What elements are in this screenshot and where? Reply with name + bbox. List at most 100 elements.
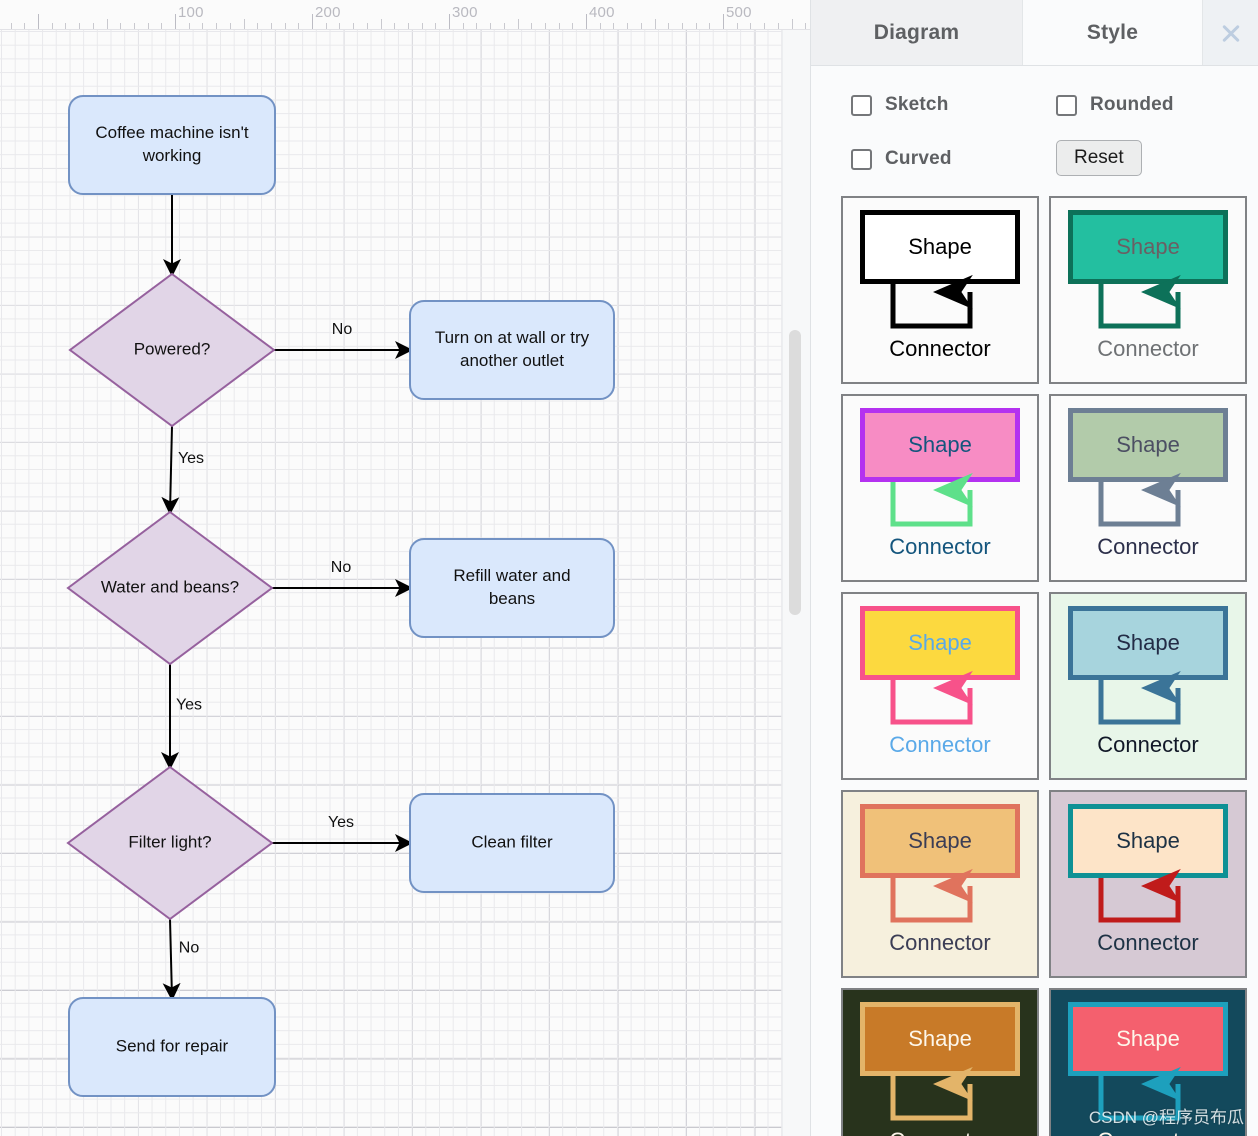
swatch-connector-label: Connector — [889, 930, 991, 955]
style-swatch-preview: Shape Connector — [843, 396, 1037, 580]
flowchart: Coffee machine isn't working Powered? Water… — [0, 0, 810, 1136]
style-swatch[interactable]: Shape Connector — [841, 592, 1039, 780]
checkbox-rounded-label: Rounded — [1090, 94, 1174, 116]
flow-edge-label: Yes — [328, 814, 354, 831]
swatch-connector-label: Connector — [889, 732, 991, 757]
flow-edge-label: Yes — [178, 450, 204, 467]
ruler-label: 500 — [726, 4, 752, 21]
swatch-connector-label: Connector — [1097, 732, 1199, 757]
flow-node-label: Refill water and — [453, 566, 570, 585]
style-swatch[interactable]: Shape Connector — [841, 988, 1039, 1136]
flow-nodes: Coffee machine isn't working Powered? Water… — [68, 96, 614, 1096]
checkbox-curved[interactable]: Curved — [851, 148, 952, 170]
style-options: Sketch Rounded Curved Reset — [811, 66, 1258, 184]
style-swatch-preview: Shape Connector — [1051, 990, 1245, 1136]
tab-diagram[interactable]: Diagram — [811, 0, 1023, 65]
style-swatch-grid: Shape Connector Shape Connector Shape Connect… — [811, 196, 1258, 1136]
ruler-tick — [312, 14, 313, 30]
style-swatch-preview: Shape Connector — [843, 792, 1037, 976]
ruler-label: 400 — [589, 4, 615, 21]
style-swatch[interactable]: Shape Connector — [841, 394, 1039, 582]
scrollbar-thumb[interactable] — [789, 330, 801, 615]
style-swatch-preview: Shape Connector — [843, 990, 1037, 1136]
checkbox-sketch[interactable]: Sketch — [851, 94, 949, 116]
checkbox-sketch-label: Sketch — [885, 94, 949, 116]
swatch-shape-label: Shape — [1116, 630, 1180, 655]
style-swatch[interactable]: Shape Connector — [841, 790, 1039, 978]
ruler-tick — [449, 14, 450, 30]
flow-node-label: Turn on at wall or try — [435, 328, 590, 347]
style-swatch[interactable]: Shape Connector — [841, 196, 1039, 384]
swatch-connector-label: Connector — [1097, 336, 1199, 361]
style-swatch[interactable]: Shape Connector — [1049, 988, 1247, 1136]
diagram-canvas[interactable]: Coffee machine isn't working Powered? Water… — [0, 0, 810, 1136]
swatch-connector-label: Connector — [1097, 534, 1199, 559]
reset-button[interactable]: Reset — [1056, 140, 1142, 176]
swatch-connector-path — [893, 878, 970, 920]
flow-node-label: working — [142, 146, 202, 165]
flow-edge-label: No — [332, 321, 353, 338]
swatch-shape-label: Shape — [908, 234, 972, 259]
swatch-connector-path — [893, 284, 970, 326]
checkbox-box-icon — [851, 149, 872, 170]
swatch-connector-label: Connector — [889, 336, 991, 361]
swatch-connector-label: Connector — [1097, 930, 1199, 955]
style-swatch[interactable]: Shape Connector — [1049, 790, 1247, 978]
checkbox-box-icon — [851, 95, 872, 116]
swatch-shape-label: Shape — [908, 1026, 972, 1051]
checkbox-curved-label: Curved — [885, 148, 952, 170]
flow-edge-label: No — [331, 559, 352, 576]
flow-node-label: Water and beans? — [101, 577, 239, 596]
swatch-connector-path — [1101, 284, 1178, 326]
ruler-label: 300 — [452, 4, 478, 21]
checkbox-box-icon — [1056, 95, 1077, 116]
swatch-shape-label: Shape — [1116, 1026, 1180, 1051]
style-swatch-preview: Shape Connector — [843, 198, 1037, 382]
flow-node-label: beans — [489, 589, 535, 608]
flow-node-label: Coffee machine isn't — [95, 123, 248, 142]
style-swatch-preview: Shape Connector — [1051, 792, 1245, 976]
ruler-label: 200 — [315, 4, 341, 21]
swatch-shape-label: Shape — [1116, 234, 1180, 259]
style-swatch[interactable]: Shape Connector — [1049, 592, 1247, 780]
style-swatch[interactable]: ShapeConnector — [1049, 394, 1247, 582]
swatch-connector-label: Connector — [889, 1128, 991, 1136]
tab-diagram-label: Diagram — [874, 21, 959, 45]
close-icon — [1220, 22, 1242, 44]
ruler-tick — [175, 14, 176, 30]
flow-node-label: another outlet — [460, 351, 564, 370]
flow-node-label: Clean filter — [471, 832, 553, 851]
swatch-connector-path — [1101, 1076, 1178, 1118]
style-swatch-preview: Shape Connector — [843, 594, 1037, 778]
flow-edge-label: No — [179, 940, 200, 957]
ruler-label: 100 — [178, 4, 204, 21]
ruler-tick — [38, 14, 39, 30]
panel-close-button[interactable] — [1203, 0, 1258, 65]
tab-style[interactable]: Style — [1023, 0, 1203, 65]
ruler-tick — [723, 14, 724, 30]
flow-edge[interactable] — [170, 426, 172, 512]
flow-node-label: Send for repair — [116, 1036, 229, 1055]
swatch-shape-label: Shape — [1116, 828, 1180, 853]
checkbox-rounded[interactable]: Rounded — [1056, 94, 1174, 116]
flow-edge-label: Yes — [176, 697, 202, 714]
swatch-shape-label: Shape — [908, 630, 972, 655]
style-swatch-preview: ShapeConnector — [1051, 396, 1245, 580]
swatch-shape-label: Shape — [908, 828, 972, 853]
ruler-tick — [586, 14, 587, 30]
swatch-shape-label: Shape — [908, 432, 972, 457]
style-swatch-preview: Shape Connector — [1051, 198, 1245, 382]
style-swatch-preview: Shape Connector — [1051, 594, 1245, 778]
swatch-connector-label: Connector — [889, 534, 991, 559]
style-swatch[interactable]: Shape Connector — [1049, 196, 1247, 384]
flow-node-label: Filter light? — [128, 832, 211, 851]
swatch-connector-path — [1101, 878, 1178, 920]
canvas-vertical-scrollbar[interactable] — [789, 30, 801, 1136]
flow-node-label: Powered? — [134, 339, 211, 358]
format-panel: Diagram Style Sketch Rounded Curved Re — [810, 0, 1258, 1136]
swatch-connector-path — [1101, 680, 1178, 722]
swatch-connector-label: Connector — [1097, 1128, 1199, 1136]
swatch-connector-path — [893, 482, 970, 524]
flow-edge[interactable] — [170, 919, 172, 998]
horizontal-ruler[interactable]: 100 200 300 400 500 — [0, 0, 810, 30]
